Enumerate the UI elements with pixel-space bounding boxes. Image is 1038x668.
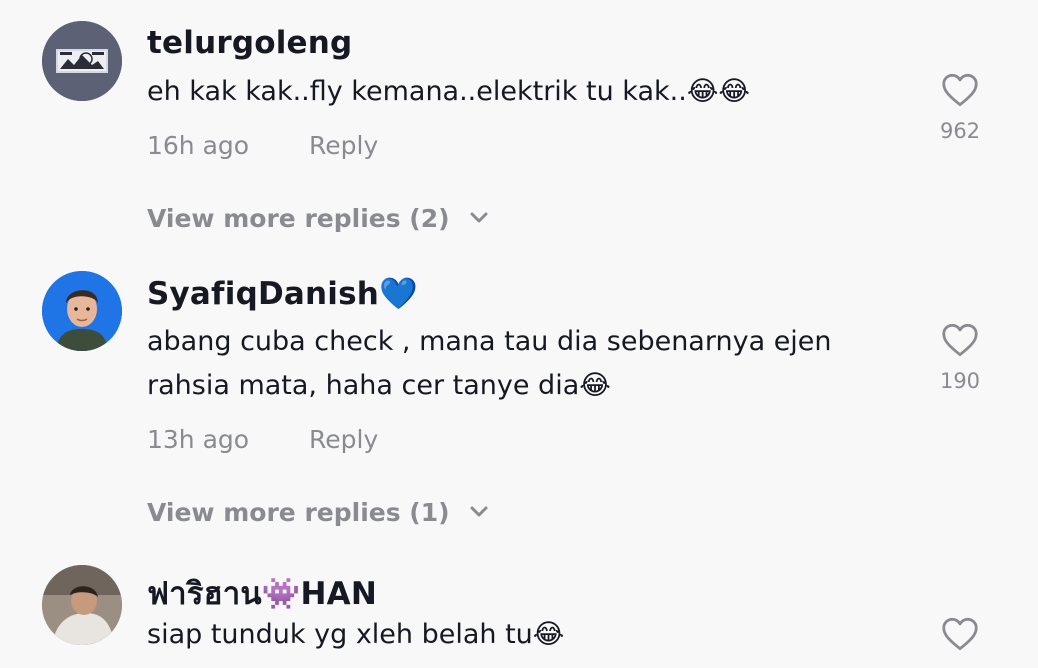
reply-button[interactable]: Reply [309, 425, 378, 454]
view-more-replies-button[interactable]: View more replies (2) [147, 204, 488, 233]
comment-meta: 13h ago Reply [147, 425, 378, 454]
heart-icon [942, 73, 978, 107]
comment-text: abang cuba check , mana tau dia sebenarn… [147, 326, 832, 401]
reply-button[interactable]: Reply [309, 131, 378, 160]
person-portrait-avatar-icon [42, 271, 122, 351]
avatar[interactable] [42, 565, 122, 645]
chevron-down-icon [470, 212, 488, 223]
like-button[interactable]: 962 [920, 73, 1000, 143]
landscape-sketch-avatar-icon [42, 21, 122, 101]
view-more-replies-button[interactable]: View more replies (1) [147, 498, 488, 527]
comment-text: eh kak kak..fly kemana..elektrik tu kak.… [147, 76, 750, 107]
heart-icon [942, 617, 978, 651]
view-more-label: View more replies (1) [147, 498, 450, 527]
like-count: 190 [939, 369, 981, 393]
avatar[interactable] [42, 271, 122, 351]
chevron-down-icon [470, 506, 488, 517]
like-button[interactable]: 190 [920, 323, 1000, 393]
timestamp: 13h ago [147, 425, 250, 454]
timestamp: 16h ago [147, 131, 250, 160]
avatar[interactable] [42, 21, 122, 101]
comment-text: siap tunduk yg xleh belah tu😂 [147, 619, 565, 650]
username[interactable]: SyafiqDanish💙 [147, 275, 418, 312]
comment-meta: 16h ago Reply [147, 131, 378, 160]
photo-avatar-icon [42, 565, 122, 645]
username[interactable]: ฟาริฮาน👾HAN [147, 568, 377, 618]
username[interactable]: telurgoleng [147, 25, 352, 61]
view-more-label: View more replies (2) [147, 204, 450, 233]
heart-icon [942, 323, 978, 357]
like-button[interactable] [920, 617, 1000, 651]
like-count: 962 [939, 119, 981, 143]
